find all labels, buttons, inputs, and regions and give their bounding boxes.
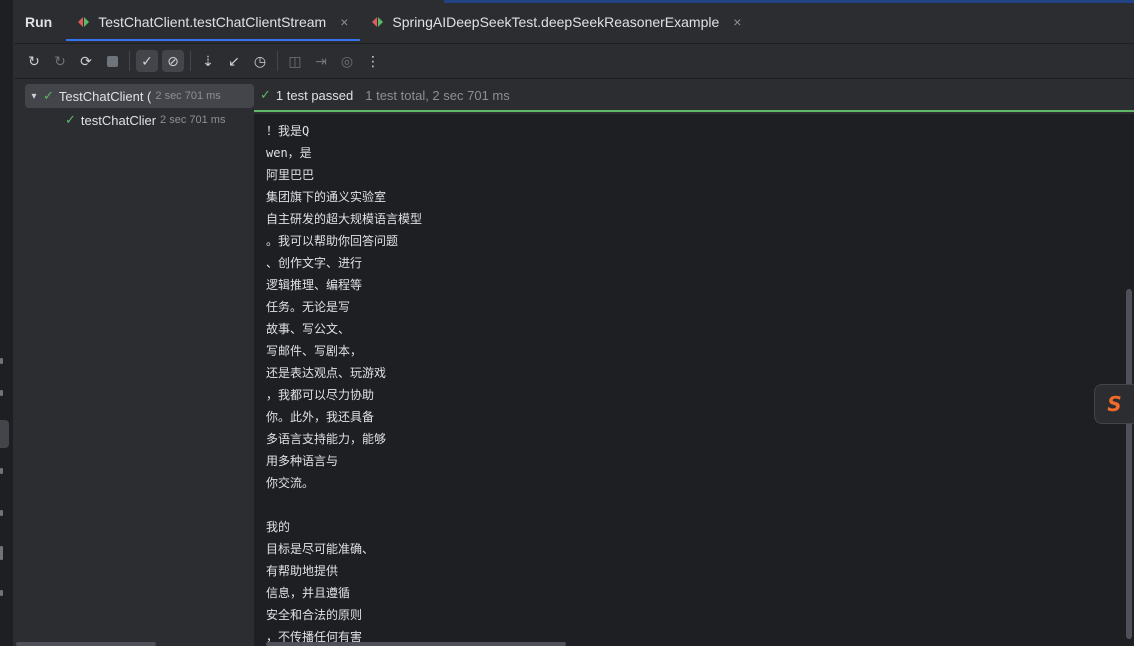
tree-item-duration: 2 sec 701 ms — [155, 90, 221, 102]
test-status-bar: ✓ 1 test passed 1 test total, 2 sec 701 … — [254, 80, 1134, 112]
tree-item-duration: 2 sec 701 ms — [160, 114, 226, 126]
console-line: 。我可以帮助你回答问题 — [266, 234, 399, 248]
gutter-mark — [0, 358, 3, 364]
tree-item-label: testChatClier — [80, 112, 157, 128]
tab-test-chat-client-stream[interactable]: TestChatClient.testChatClientStream × — [66, 0, 361, 43]
gutter-mark — [0, 390, 3, 396]
toolbar-separator — [190, 51, 191, 71]
tree-item-test-chat-client[interactable]: ▾ ✓ TestChatClient ( 2 sec 701 ms — [25, 84, 254, 108]
tab-label: TestChatClient.testChatClientStream — [98, 13, 327, 30]
gutter-selected-tool[interactable] — [0, 420, 9, 448]
console-line: wen，是 — [266, 146, 312, 160]
plugin-logo-icon: S — [1107, 392, 1122, 416]
run-tool-window-title: Run — [25, 13, 53, 30]
chevron-down-icon[interactable]: ▾ — [25, 91, 43, 102]
console-line: ，我都可以尽力协助 — [266, 388, 375, 402]
console-line: 有帮助地提供 — [266, 564, 339, 578]
test-config-icon — [372, 16, 386, 28]
console-line: 、创作文字、进行 — [266, 256, 363, 270]
console-vertical-scrollbar[interactable] — [1124, 114, 1134, 640]
show-ignored-icon[interactable]: ⊘ — [162, 50, 184, 72]
console-text: ！我是Q wen，是阿里巴巴集团旗下的通义实验室自主研发的超大规模语言模型 。我可以… — [254, 114, 1134, 646]
console-line: 目标是尽可能准确、 — [266, 542, 375, 556]
coverage-icon[interactable]: ◎ — [336, 50, 358, 72]
tab-deepseek-reasoner-example[interactable]: SpringAIDeepSeekTest.deepSeekReasonerExa… — [360, 0, 753, 43]
check-icon: ✓ — [65, 112, 76, 127]
check-icon: ✓ — [260, 87, 271, 102]
console-line: 信息，并且遵循 — [266, 586, 351, 600]
ide-window: Run TestChatClient.testChatClientStream … — [0, 0, 1134, 646]
tree-item-test-chat-client-stream[interactable]: ✓ testChatClier 2 sec 701 ms — [65, 108, 225, 132]
console-line: 你交流。 — [266, 476, 315, 490]
console-line: 阿里巴巴 — [266, 168, 315, 182]
tree-item-label: TestChatClient ( — [58, 88, 152, 104]
rerun-auto-icon[interactable]: ⟳ — [75, 50, 97, 72]
check-icon: ✓ — [43, 88, 54, 103]
rerun-failed-icon[interactable]: ↻ — [49, 50, 71, 72]
console-line: 你。此外，我还具备 — [266, 410, 375, 424]
run-tab-bar: Run TestChatClient.testChatClientStream … — [14, 0, 1134, 44]
console-line: 写邮件、写剧本， — [266, 344, 363, 358]
test-tree: ▾ ✓ TestChatClient ( 2 sec 701 ms ✓ test… — [14, 80, 254, 646]
left-gutter — [0, 0, 14, 646]
toolbar-separator — [129, 51, 130, 71]
history-icon[interactable]: ◷ — [249, 50, 271, 72]
console-line: 用多种语言与 — [266, 454, 339, 468]
console-line: 任务。无论是写 — [266, 300, 351, 314]
show-passed-icon[interactable]: ✓ — [136, 50, 158, 72]
run-tool-window: Run TestChatClient.testChatClientStream … — [14, 0, 1134, 646]
gutter-mark — [0, 510, 3, 516]
console-output[interactable]: ！我是Q wen，是阿里巴巴集团旗下的通义实验室自主研发的超大规模语言模型 。我可以… — [254, 114, 1134, 646]
tree-horizontal-scrollbar[interactable] — [16, 642, 156, 646]
console-line: 我的 — [266, 520, 291, 534]
console-line: 自主研发的超大规模语言模型 — [266, 212, 423, 226]
more-icon[interactable]: ⋮ — [362, 50, 384, 72]
test-config-icon — [78, 16, 92, 28]
tests-summary-label: 1 test total, 2 sec 701 ms — [365, 87, 510, 103]
console-line: 逻辑推理、编程等 — [266, 278, 363, 292]
console-line: 故事、写公文、 — [266, 322, 351, 336]
sort-duration-icon[interactable]: ↙ — [223, 50, 245, 72]
rerun-icon[interactable]: ↻ — [23, 50, 45, 72]
tests-passed-label: 1 test passed — [275, 87, 354, 103]
close-icon[interactable]: × — [340, 14, 348, 30]
close-icon[interactable]: × — [733, 14, 741, 30]
gutter-mark — [0, 468, 3, 474]
plugin-floating-button[interactable]: S — [1094, 384, 1134, 424]
run-toolbar: ↻ ↻ ⟳ ✓ ⊘ ⇣ ↙ ◷ ◫ ⇥ ◎ ⋮ — [14, 44, 1134, 79]
console-horizontal-scrollbar[interactable] — [266, 642, 566, 646]
console-line: 多语言支持能力，能够 — [266, 432, 387, 446]
console-line: 安全和合法的原则 — [266, 608, 363, 622]
sort-alpha-icon[interactable]: ⇣ — [197, 50, 219, 72]
export-icon[interactable]: ⇥ — [310, 50, 332, 72]
console-line: 还是表达观点、玩游戏 — [266, 366, 387, 380]
gutter-mark — [0, 546, 3, 560]
stop-icon[interactable] — [101, 50, 123, 72]
toolbar-separator — [277, 51, 278, 71]
gutter-mark — [0, 590, 3, 596]
console-line: 集团旗下的通义实验室 — [266, 190, 387, 204]
tab-label: SpringAIDeepSeekTest.deepSeekReasonerExa… — [392, 13, 720, 30]
screenshot-icon[interactable]: ◫ — [284, 50, 306, 72]
console-line: ！我是Q — [266, 124, 310, 138]
scrollbar-thumb[interactable] — [1126, 289, 1132, 639]
